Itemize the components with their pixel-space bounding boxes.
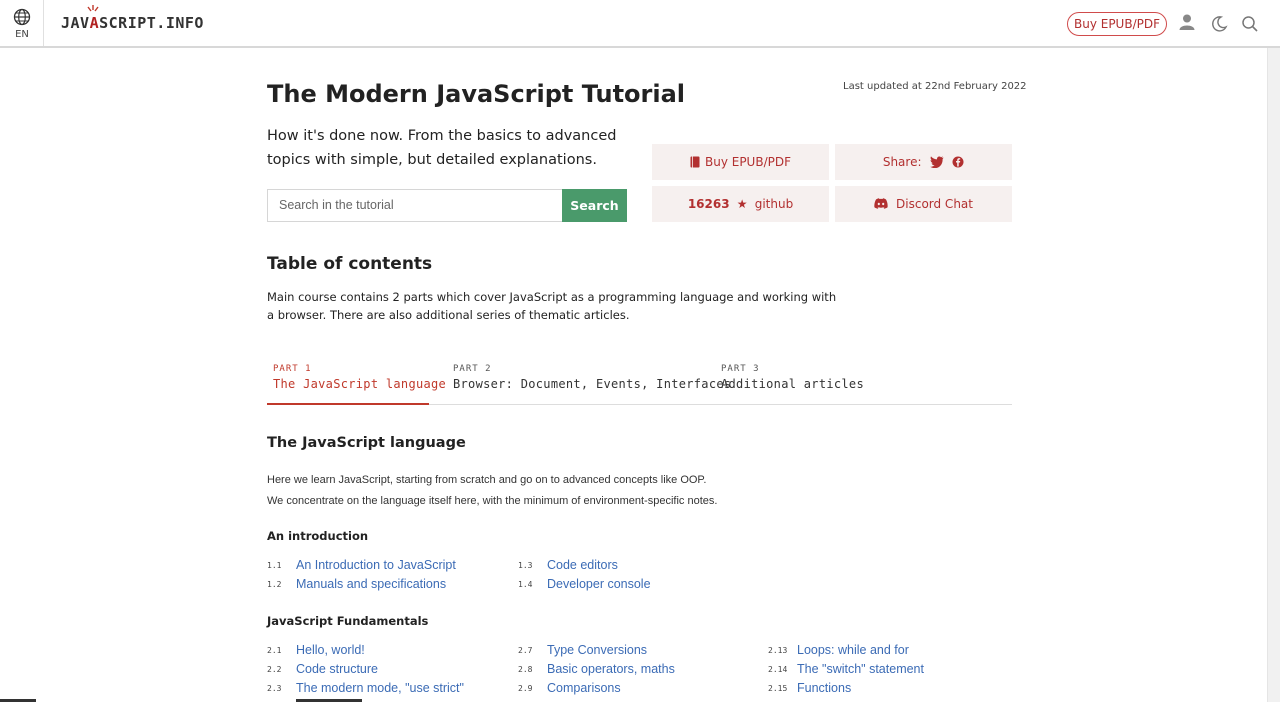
item-link[interactable]: Code editors xyxy=(547,558,618,572)
item-link[interactable]: Functions xyxy=(797,681,851,695)
item-link[interactable]: The modern mode, "use strict" xyxy=(296,681,464,695)
search-input[interactable]: Search in the tutorial xyxy=(267,189,563,222)
tab-part-number: PART 1 xyxy=(273,364,312,374)
book-icon xyxy=(690,156,700,168)
item-link[interactable]: Code structure xyxy=(296,662,378,676)
toc-description: Main course contains 2 parts which cover… xyxy=(267,290,837,322)
item-number: 1.4 xyxy=(518,580,533,589)
tab-part-2[interactable]: PART 2 Browser: Document, Events, Interf… xyxy=(453,364,731,391)
twitter-icon[interactable] xyxy=(930,156,944,169)
chapter-title: An introduction xyxy=(267,529,369,543)
tab-part-1[interactable]: PART 1 The JavaScript language xyxy=(273,364,446,391)
item-number: 1.1 xyxy=(267,561,282,570)
item-link[interactable]: Basic operators, maths xyxy=(547,662,675,676)
item-link[interactable]: An Introduction to JavaScript xyxy=(296,558,456,572)
item-link[interactable]: Type Conversions xyxy=(547,643,647,657)
buy-box-label: Buy EPUB/PDF xyxy=(704,155,791,169)
share-label: Share: xyxy=(882,155,922,169)
logo-text-end: SCRIPT.INFO xyxy=(99,14,204,32)
item-number: 1.3 xyxy=(518,561,533,570)
item-number: 2.13 xyxy=(768,646,788,655)
site-logo[interactable]: JAVASCRIPT.INFO xyxy=(61,14,204,32)
chapter-title: JavaScript Fundamentals xyxy=(267,614,429,628)
buy-epub-pdf-button[interactable]: Buy EPUB/PDF xyxy=(1067,12,1167,36)
item-number: 2.15 xyxy=(768,684,788,693)
language-switcher[interactable]: EN xyxy=(0,0,44,46)
discord-icon xyxy=(874,198,888,209)
logo-text-start: JAV xyxy=(61,14,90,32)
item-number: 1.2 xyxy=(267,580,282,589)
star-icon: ★ xyxy=(736,197,748,211)
github-box[interactable]: 16263 ★ github xyxy=(652,186,829,222)
logo-spark-icon xyxy=(87,5,99,12)
item-number: 2.3 xyxy=(267,684,282,693)
language-code: EN xyxy=(15,29,29,40)
item-link[interactable]: Loops: while and for xyxy=(797,643,909,657)
item-number: 2.2 xyxy=(267,665,282,674)
tab-part-number: PART 2 xyxy=(453,364,492,374)
item-link[interactable]: Manuals and specifications xyxy=(296,577,446,591)
item-number: 2.9 xyxy=(518,684,533,693)
tab-part-number: PART 3 xyxy=(721,364,760,374)
item-link[interactable]: Developer console xyxy=(547,577,651,591)
discord-label: Discord Chat xyxy=(896,197,973,211)
last-updated-text: Last updated at 22nd February 2022 xyxy=(843,81,1027,92)
item-number: 2.14 xyxy=(768,665,788,674)
page-title: The Modern JavaScript Tutorial xyxy=(267,80,686,108)
globe-icon xyxy=(13,8,31,26)
item-number: 2.7 xyxy=(518,646,533,655)
search-icon[interactable] xyxy=(1241,15,1259,33)
vertical-scrollbar[interactable] xyxy=(1267,48,1280,702)
item-link[interactable]: The "switch" statement xyxy=(797,662,924,676)
moon-icon[interactable] xyxy=(1210,15,1228,33)
search-button[interactable]: Search xyxy=(562,189,627,222)
section-intro-line-2: We concentrate on the language itself he… xyxy=(267,495,718,507)
tab-part-name: Browser: Document, Events, Interfaces xyxy=(453,377,732,391)
share-box: Share: xyxy=(835,144,1012,180)
logo-accent-letter: A xyxy=(89,14,100,32)
github-label: github xyxy=(754,197,794,211)
tab-part-3[interactable]: PART 3 Additional articles xyxy=(721,364,864,391)
github-count: 16263 xyxy=(687,197,730,211)
page-subtitle: How it's done now. From the basics to ad… xyxy=(267,128,617,168)
buy-epub-pdf-box[interactable]: Buy EPUB/PDF xyxy=(652,144,829,180)
item-link[interactable]: Hello, world! xyxy=(296,643,365,657)
toc-title: Table of contents xyxy=(267,254,433,274)
item-number: 2.1 xyxy=(267,646,282,655)
tab-part-name: Additional articles xyxy=(721,377,864,391)
user-icon[interactable] xyxy=(1178,13,1196,31)
top-bar: EN JAVASCRIPT.INFO Buy EPUB/PDF xyxy=(0,0,1280,48)
section-intro-line-1: Here we learn JavaScript, starting from … xyxy=(267,474,707,486)
tab-part-name: The JavaScript language xyxy=(273,377,447,391)
discord-chat-box[interactable]: Discord Chat xyxy=(835,186,1012,222)
facebook-icon[interactable] xyxy=(952,156,964,168)
section-title: The JavaScript language xyxy=(267,435,466,451)
item-link[interactable]: Comparisons xyxy=(547,681,621,695)
item-number: 2.8 xyxy=(518,665,533,674)
active-tab-underline xyxy=(267,403,429,405)
